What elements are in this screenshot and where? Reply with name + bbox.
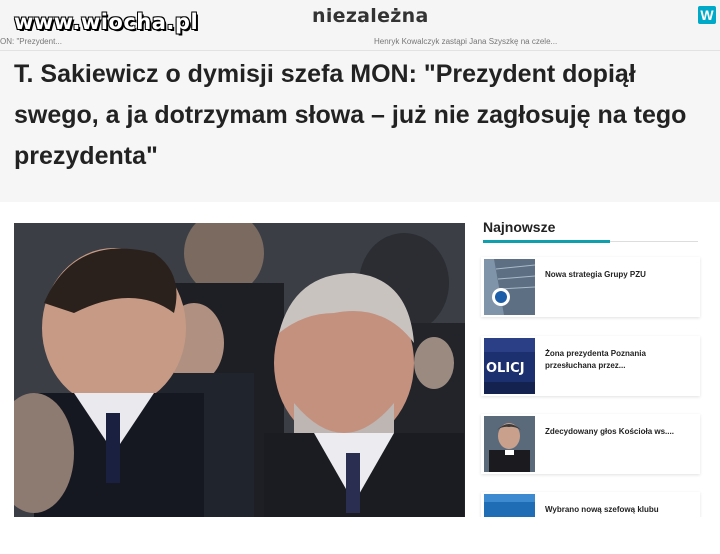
watermark-logo: www.wiocha.pl — [14, 10, 199, 34]
app-icon[interactable]: W — [698, 6, 716, 24]
sidebar-divider — [610, 241, 698, 242]
news-item[interactable]: OLICJ Żona prezydenta Poznania przesłuch… — [481, 336, 700, 396]
page-bottom-edge — [0, 517, 720, 554]
site-logo[interactable]: niezależna — [312, 5, 429, 27]
svg-text:OLICJ: OLICJ — [486, 361, 525, 376]
news-item[interactable]: Nowa strategia Grupy PZU — [481, 257, 700, 317]
priest-portrait-icon — [484, 416, 535, 472]
news-title[interactable]: Żona prezydenta Poznania przesłuchana pr… — [545, 348, 695, 372]
article-title: T. Sakiewicz o dymisji szefa MON: "Prezy… — [14, 60, 687, 170]
news-item[interactable]: Zdecydowany głos Kościoła ws.... — [481, 414, 700, 474]
news-thumbnail[interactable] — [484, 259, 535, 315]
news-title[interactable]: Wybrano nową szefową klubu — [545, 504, 695, 516]
news-title[interactable]: Nowa strategia Grupy PZU — [545, 269, 695, 281]
police-car-icon: OLICJ — [484, 338, 535, 394]
pzu-building-icon — [484, 259, 535, 315]
news-thumbnail[interactable]: OLICJ — [484, 338, 535, 394]
news-thumbnail[interactable] — [484, 416, 535, 472]
sidebar-title: Najnowsze — [483, 219, 556, 235]
sidebar-title-underline — [483, 240, 610, 243]
article-photo — [14, 223, 465, 517]
ticker-link-right[interactable]: Henryk Kowalczyk zastąpi Jana Szyszkę na… — [374, 37, 557, 46]
photo-illustration — [14, 223, 465, 517]
news-title[interactable]: Zdecydowany głos Kościoła ws.... — [545, 426, 695, 438]
ticker-link-left[interactable]: ON: "Prezydent... — [0, 37, 62, 46]
